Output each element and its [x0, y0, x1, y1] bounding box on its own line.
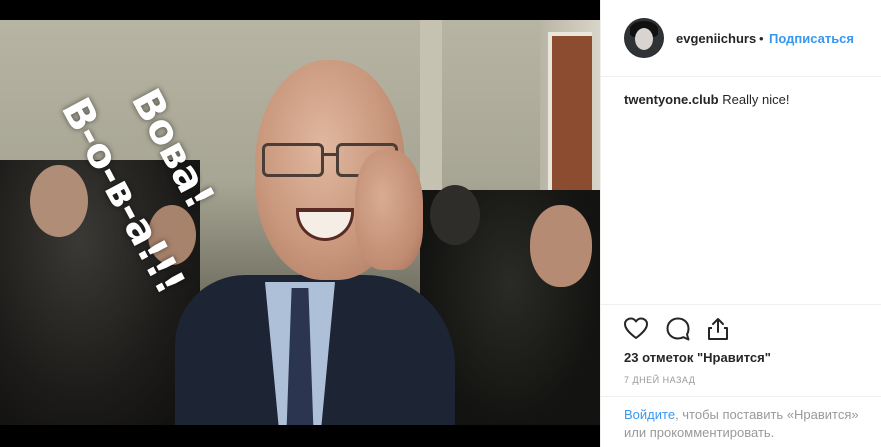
comment-username[interactable]: twentyone.club [624, 92, 719, 107]
author-avatar[interactable] [624, 18, 664, 58]
post-photo [0, 20, 600, 425]
likes-count[interactable]: 23 отметок "Нравится" [624, 350, 771, 365]
comment-bubble-icon[interactable] [665, 316, 691, 342]
follow-button[interactable]: Подписаться [769, 31, 854, 46]
post-sidebar: evgeniichurs • Подписаться twentyone.clu… [600, 0, 881, 447]
comment: twentyone.club Really nice! [624, 92, 789, 107]
post-timestamp[interactable]: 7 ДНЕЙ НАЗАД [624, 375, 695, 385]
comment-text: Really nice! [722, 92, 790, 107]
instagram-post: Вова! В-о-в-а!!! evgeniichurs • Подписат… [0, 0, 881, 447]
author-username[interactable]: evgeniichurs [676, 31, 756, 46]
post-media[interactable]: Вова! В-о-в-а!!! [0, 0, 600, 447]
hand-with-phone [355, 150, 423, 270]
divider [601, 304, 881, 305]
login-link[interactable]: Войдите [624, 407, 675, 422]
divider [601, 396, 881, 397]
post-header: evgeniichurs • Подписаться [601, 0, 881, 77]
share-icon[interactable] [705, 316, 731, 342]
heart-icon[interactable] [623, 316, 649, 342]
separator-dot: • [759, 31, 764, 46]
login-prompt: Войдите, чтобы поставить «Нравится» или … [624, 406, 874, 442]
